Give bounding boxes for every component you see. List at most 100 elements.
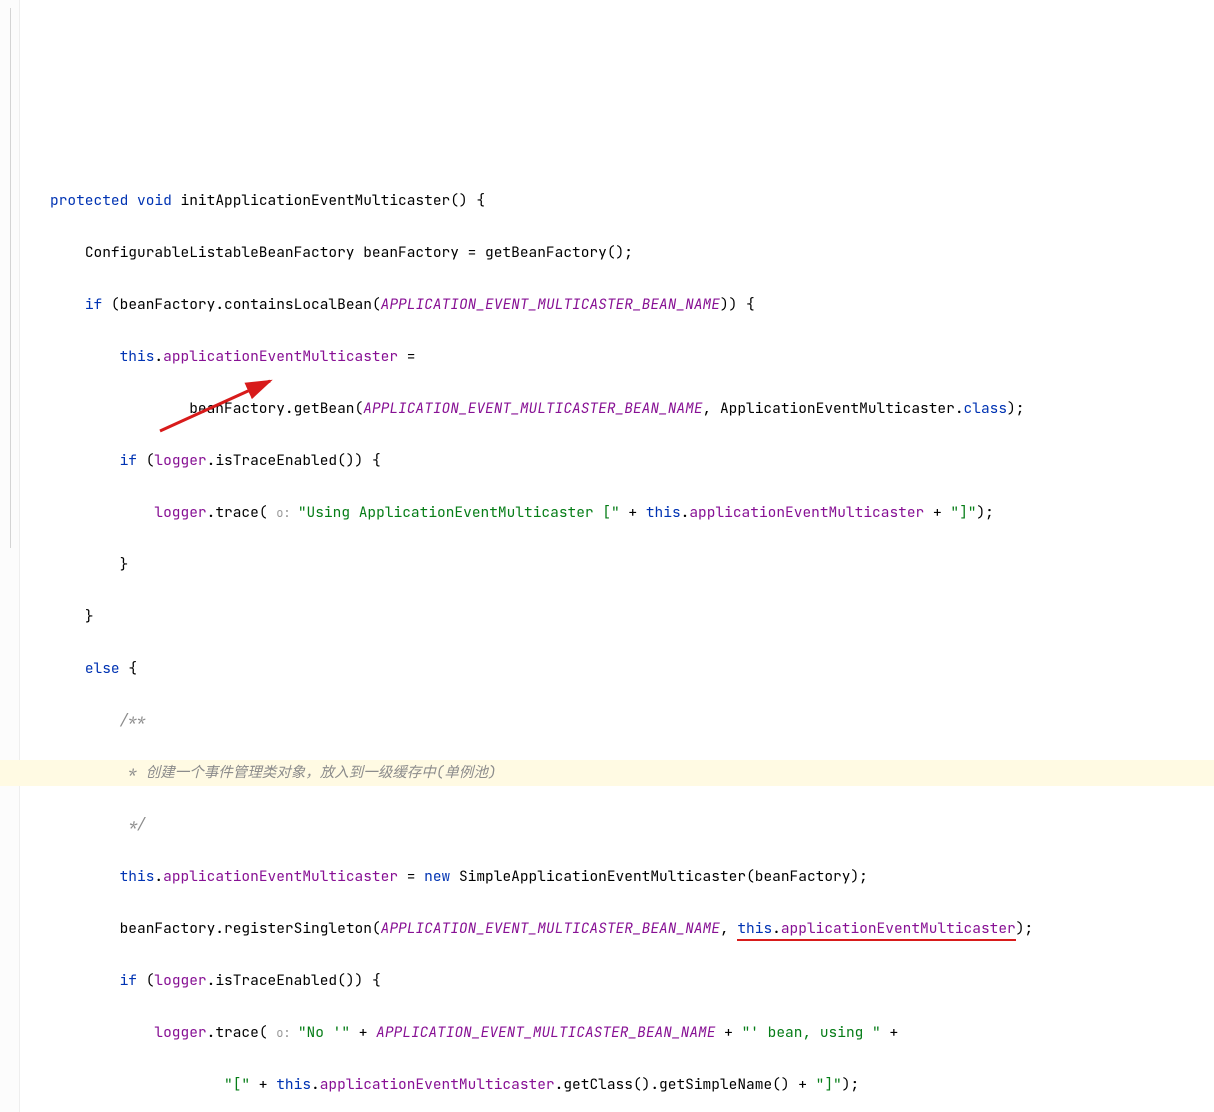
code-line: }	[50, 604, 1214, 630]
code-line: logger.trace( o: "Using ApplicationEvent…	[50, 500, 1214, 526]
code-text: +	[350, 1023, 376, 1042]
code-text: +	[715, 1023, 741, 1042]
code-text: )) {	[720, 295, 755, 314]
code-line: this.applicationEventMulticaster = new S…	[50, 864, 1214, 890]
comment: /**	[120, 711, 146, 730]
field-ref: applicationEventMulticaster	[320, 1075, 555, 1094]
keyword: else	[85, 659, 120, 678]
code-text: );	[842, 1075, 859, 1094]
code-editor[interactable]: protected void initApplicationEventMulti…	[20, 162, 1214, 1112]
editor-gutter	[0, 0, 20, 1112]
keyword: void	[137, 191, 172, 210]
method-call: getBean	[294, 399, 355, 418]
field-ref: applicationEventMulticaster	[689, 503, 924, 522]
brace: }	[85, 607, 94, 626]
code-text: .	[955, 399, 964, 418]
code-text: (	[259, 503, 276, 522]
code-text: beanFactory.	[189, 399, 293, 418]
constant: APPLICATION_EVENT_MULTICASTER_BEAN_NAME	[363, 399, 702, 418]
code-text: .	[207, 503, 216, 522]
code-text: () {	[450, 191, 485, 210]
field-ref: logger	[154, 451, 206, 470]
method-call: trace	[215, 1023, 259, 1042]
keyword: class	[964, 399, 1008, 418]
code-text: );	[976, 503, 993, 522]
code-text: {	[120, 659, 137, 678]
code-line: beanFactory.getBean(APPLICATION_EVENT_MU…	[50, 396, 1214, 422]
field-ref: applicationEventMulticaster	[163, 867, 398, 886]
brace: }	[120, 555, 129, 574]
code-text: ()) {	[337, 971, 381, 990]
field-ref: applicationEventMulticaster	[781, 919, 1016, 938]
code-text: +	[250, 1075, 276, 1094]
code-line: if (logger.isTraceEnabled()) {	[50, 968, 1214, 994]
comment: */	[120, 815, 146, 834]
code-text	[450, 867, 459, 886]
keyword: protected	[50, 191, 128, 210]
method-call: isTraceEnabled	[215, 971, 337, 990]
string-literal: "No '"	[298, 1023, 350, 1042]
code-line-highlighted: * 创建一个事件管理类对象，放入到一级缓存中(单例池)	[0, 760, 1214, 786]
code-text: +	[620, 503, 646, 522]
code-line: beanFactory.registerSingleton(APPLICATIO…	[50, 916, 1214, 942]
field-ref: logger	[154, 503, 206, 522]
code-line: "[" + this.applicationEventMulticaster.g…	[50, 1072, 1214, 1098]
method-call: getBeanFactory	[485, 243, 607, 262]
code-text: (	[137, 971, 154, 990]
keyword: new	[424, 867, 450, 886]
code-line: protected void initApplicationEventMulti…	[50, 188, 1214, 214]
param-hint: o:	[276, 1025, 298, 1041]
keyword-this: this	[120, 867, 155, 886]
constant: APPLICATION_EVENT_MULTICASTER_BEAN_NAME	[381, 919, 720, 938]
code-text: (	[372, 919, 381, 938]
code-text: ()) {	[337, 451, 381, 470]
code-text: =	[398, 867, 424, 886]
code-text: (	[372, 295, 381, 314]
string-literal: "' bean, using "	[742, 1023, 881, 1042]
code-text: .	[311, 1075, 320, 1094]
code-text: (	[137, 451, 154, 470]
keyword-this: this	[120, 347, 155, 366]
code-line: */	[50, 812, 1214, 838]
method-call: containsLocalBean	[224, 295, 372, 314]
code-text: .	[207, 1023, 216, 1042]
code-line: /**	[50, 708, 1214, 734]
code-text: .	[154, 347, 163, 366]
code-line: ConfigurableListableBeanFactory beanFact…	[50, 240, 1214, 266]
code-text: beanFactory =	[355, 243, 486, 262]
param-hint: o:	[276, 505, 298, 521]
code-text: =	[398, 347, 415, 366]
code-text: +	[924, 503, 950, 522]
method-call: isTraceEnabled	[215, 451, 337, 470]
code-text: (	[355, 399, 364, 418]
type-name: SimpleApplicationEventMulticaster	[459, 867, 746, 886]
code-text: (beanFactory);	[746, 867, 868, 886]
field-ref: logger	[154, 971, 206, 990]
code-text: +	[881, 1023, 898, 1042]
code-text: .	[772, 919, 781, 938]
code-text: );	[1016, 919, 1033, 938]
keyword: if	[120, 971, 137, 990]
type-name: ConfigurableListableBeanFactory	[85, 243, 355, 262]
code-text: .	[154, 867, 163, 886]
code-text: .getClass().getSimpleName() +	[555, 1075, 816, 1094]
keyword-this: this	[646, 503, 681, 522]
code-line: if (logger.isTraceEnabled()) {	[50, 448, 1214, 474]
code-text: beanFactory.	[120, 919, 224, 938]
keyword: if	[85, 295, 102, 314]
code-text: .	[207, 971, 216, 990]
code-line: logger.trace( o: "No '" + APPLICATION_EV…	[50, 1020, 1214, 1046]
string-literal: "]"	[816, 1075, 842, 1094]
comment: * 创建一个事件管理类对象，放入到一级缓存中(单例池)	[120, 763, 497, 782]
keyword-this: this	[276, 1075, 311, 1094]
code-text: );	[1007, 399, 1024, 418]
type-name: ApplicationEventMulticaster	[720, 399, 955, 418]
constant: APPLICATION_EVENT_MULTICASTER_BEAN_NAME	[381, 295, 720, 314]
string-literal: "]"	[950, 503, 976, 522]
constant: APPLICATION_EVENT_MULTICASTER_BEAN_NAME	[376, 1023, 715, 1042]
field-ref: applicationEventMulticaster	[163, 347, 398, 366]
method-name: initApplicationEventMulticaster	[181, 191, 451, 210]
field-ref: logger	[154, 1023, 206, 1042]
string-literal: "Using ApplicationEventMulticaster ["	[298, 503, 620, 522]
code-text: ();	[607, 243, 633, 262]
